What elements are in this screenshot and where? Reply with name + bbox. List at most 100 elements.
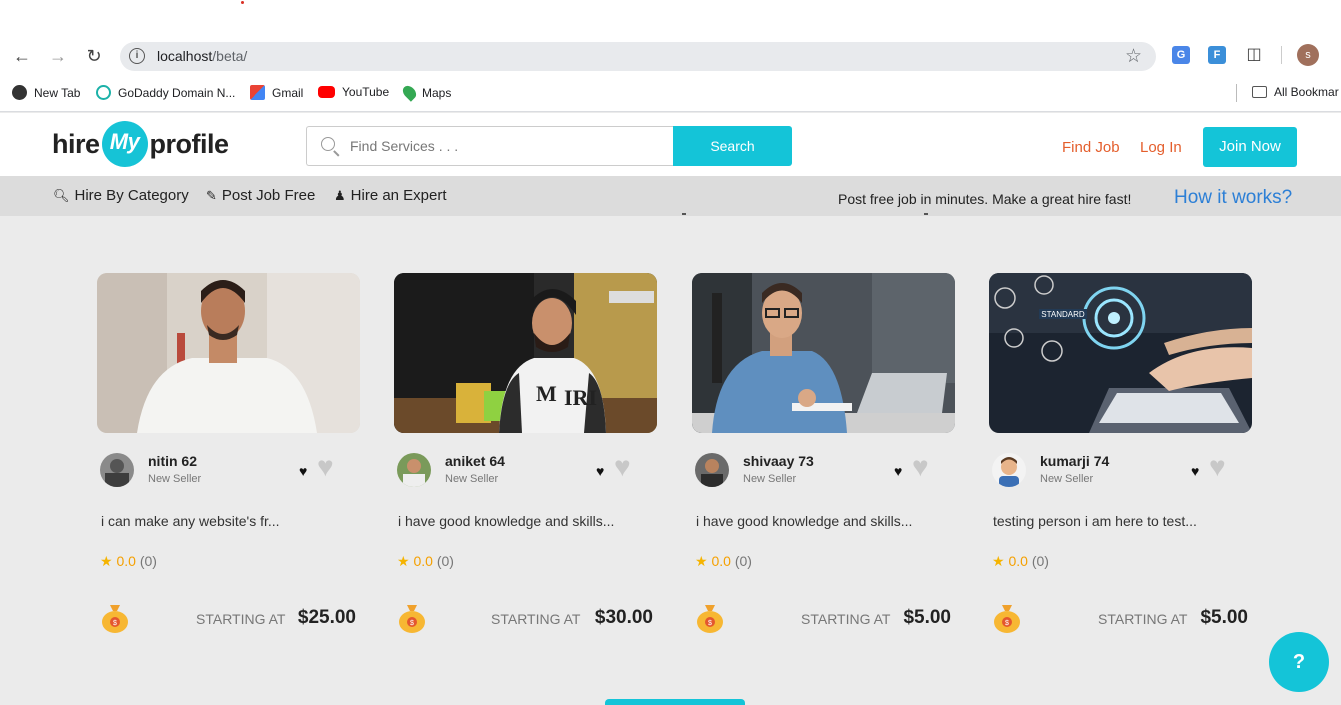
bookmarks-separator [1236,84,1237,102]
translate-extension-icon[interactable]: G [1172,46,1190,64]
favorite-heart-icon[interactable]: ♥ [1209,451,1226,483]
star-icon: ★ [397,553,410,569]
extension-icon[interactable]: F [1208,46,1226,64]
browser-tabstrip [0,0,1341,36]
seller-avatar[interactable] [695,453,729,487]
bookmarks-bar: New Tab GoDaddy Domain N... Gmail YouTub… [0,76,1341,112]
favorite-heart-icon[interactable]: ♥ [614,451,631,483]
puzzle-icon[interactable]: ◫ [1245,46,1263,64]
gig-description[interactable]: i can make any website's fr... [101,513,280,529]
site-header: hire My profile Search Find Job Log In J… [0,113,1341,176]
how-it-works-link[interactable]: How it works? [1174,187,1292,209]
money-bag-icon: $ [696,601,724,633]
starting-at-label: STARTING AT [1098,611,1188,627]
seller-level: New Seller [743,473,797,485]
rating: ★ 0.0 (0) [100,553,157,569]
reload-icon[interactable]: ↻ [82,44,106,68]
favorite-heart-icon[interactable]: ♥ [317,451,334,483]
star-icon: ★ [100,553,113,569]
price: $5.00 [1200,607,1248,628]
hire-by-category-link[interactable]: 🔍︎ Hire By Category [53,187,189,204]
address-bar[interactable]: i localhost/beta/ ☆ [120,42,1156,71]
svg-text:$: $ [113,620,117,627]
bookmark-maps[interactable]: Maps [400,83,451,102]
svg-text:$: $ [708,620,712,627]
sub-navigation: 🔍︎ Hire By Category ✎ Post Job Free ♟ Hire … [0,176,1341,216]
godaddy-icon [96,85,111,100]
user-icon: ♟ [334,187,346,203]
favorite-heart-icon[interactable]: ♥ [912,451,929,483]
forward-icon[interactable]: → [46,44,70,68]
gig-photo[interactable]: STANDARD [989,273,1252,433]
url-text[interactable]: localhost/beta/ [157,48,247,64]
help-button[interactable]: ? [1269,632,1329,692]
bookmark-godaddy[interactable]: GoDaddy Domain N... [96,85,235,100]
bookmark-youtube[interactable]: YouTube [318,85,389,99]
gmail-icon [250,85,265,100]
gig-card[interactable]: nitin 62 New Seller ♥ ♥ i can make any w… [97,273,360,643]
heart-icon[interactable]: ♥ [894,463,902,479]
find-job-link[interactable]: Find Job [1062,139,1120,156]
back-icon[interactable]: ← [10,44,34,68]
profile-avatar[interactable]: s [1297,44,1319,66]
clipped-text-fragment [924,213,928,215]
seller-avatar[interactable] [992,453,1026,487]
gig-description[interactable]: testing person i am here to test... [993,513,1197,529]
seller-name[interactable]: nitin 62 [148,453,197,469]
gig-photo[interactable] [692,273,955,433]
starting-at-label: STARTING AT [491,611,581,627]
hire-an-expert-link[interactable]: ♟ Hire an Expert [334,187,447,204]
gig-description[interactable]: i have good knowledge and skills... [398,513,614,529]
seller-level: New Seller [445,473,499,485]
youtube-icon [318,86,335,98]
money-bag-icon: $ [993,601,1021,633]
tagline: Post free job in minutes. Make a great h… [838,191,1132,207]
seller-avatar[interactable] [397,453,431,487]
logo-my-badge: My [101,121,148,167]
post-job-free-link[interactable]: ✎ Post Job Free [206,187,315,204]
star-icon: ★ [695,553,708,569]
log-in-link[interactable]: Log In [1140,139,1182,156]
logo-text-hire: hire [52,128,100,159]
money-bag-icon: $ [398,601,426,633]
seller-name[interactable]: kumarji 74 [1040,453,1109,469]
seller-name[interactable]: aniket 64 [445,453,505,469]
bookmark-all-bookmarks[interactable]: All Bookmar [1252,85,1339,99]
svg-text:$: $ [1005,620,1009,627]
gig-card[interactable]: shivaay 73 New Seller ♥ ♥ i have good kn… [692,273,955,643]
search-button[interactable]: Search [673,126,792,166]
pencil-icon: ✎ [206,187,217,203]
price: $25.00 [297,607,356,628]
site-info-icon[interactable]: i [129,48,145,64]
bookmark-star-icon[interactable]: ☆ [1125,45,1142,68]
browser-toolbar: ← → ↻ i localhost/beta/ ☆ G F ◫ s [0,36,1341,76]
svg-text:M: M [536,381,557,406]
maps-icon [400,83,419,102]
heart-icon[interactable]: ♥ [596,463,604,479]
search-icon: 🔍︎ [53,187,70,203]
globe-icon [12,85,27,100]
seller-level: New Seller [148,473,202,485]
join-now-button[interactable]: Join Now [1203,127,1297,167]
heart-icon[interactable]: ♥ [299,463,307,479]
site-logo[interactable]: hire My profile [52,121,229,167]
gig-card[interactable]: M IRI aniket 64 New Seller ♥ ♥ i have go… [394,273,657,643]
seller-avatar[interactable] [100,453,134,487]
star-icon: ★ [992,553,1005,569]
gig-card[interactable]: STANDARD kumarji 74 New Seller ♥ ♥ testi… [989,273,1252,643]
bookmark-new-tab[interactable]: New Tab [12,85,80,100]
bookmark-gmail[interactable]: Gmail [250,85,303,100]
rating: ★ 0.0 (0) [397,553,454,569]
gig-photo[interactable]: M IRI [394,273,657,433]
seller-name[interactable]: shivaay 73 [743,453,814,469]
gig-description[interactable]: i have good knowledge and skills... [696,513,912,529]
load-more-button[interactable] [605,699,745,705]
seller-level: New Seller [1040,473,1094,485]
search-input[interactable] [350,136,650,156]
folder-icon [1252,86,1267,98]
search-icon [321,137,335,151]
rating: ★ 0.0 (0) [992,553,1049,569]
gig-photo[interactable] [97,273,360,433]
heart-icon[interactable]: ♥ [1191,463,1199,479]
money-bag-icon: $ [101,601,129,633]
